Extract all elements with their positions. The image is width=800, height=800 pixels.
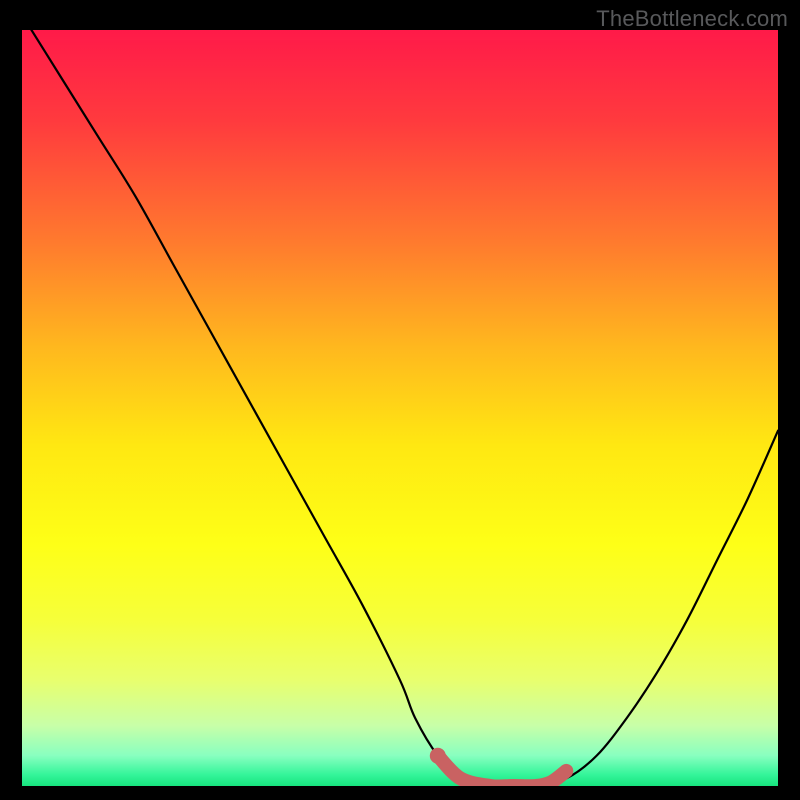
optimal-range-highlight [438, 756, 567, 786]
optimal-range-dot [430, 748, 446, 764]
watermark-text: TheBottleneck.com [596, 6, 788, 32]
chart-container: TheBottleneck.com [0, 0, 800, 800]
bottleneck-curve [22, 30, 778, 786]
curve-overlay [22, 30, 778, 786]
plot-area [22, 30, 778, 786]
